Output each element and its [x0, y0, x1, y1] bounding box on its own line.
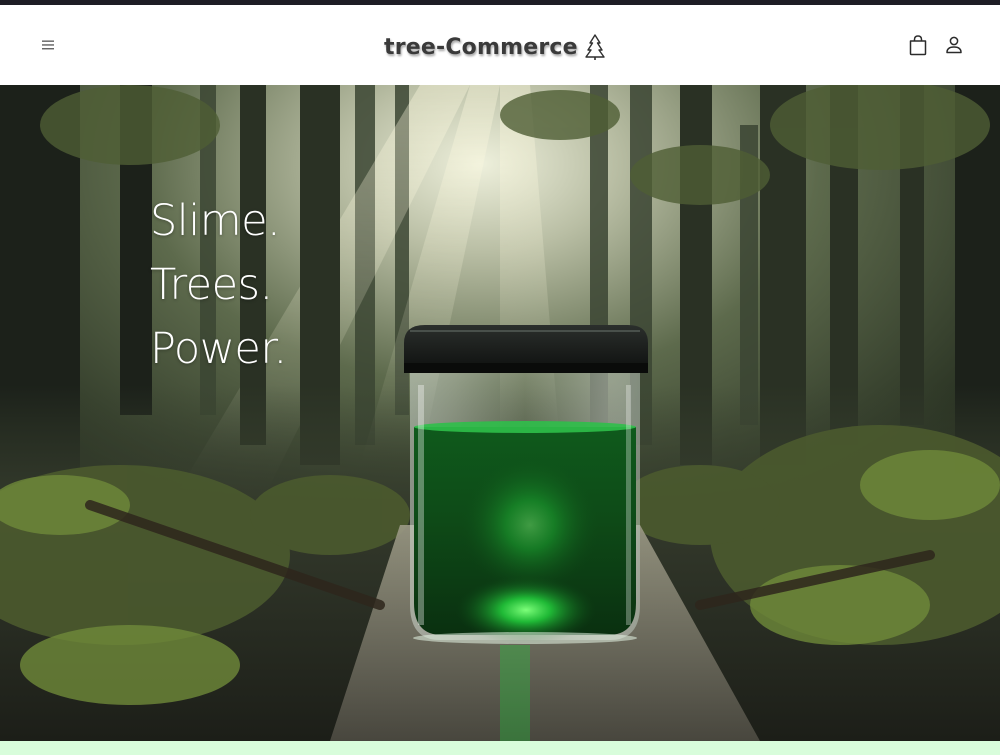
tree-icon — [584, 33, 606, 61]
account-button[interactable] — [943, 34, 965, 56]
cart-button[interactable] — [906, 33, 930, 57]
brand-name: tree-Commerce — [384, 34, 578, 60]
hero-line-trees: Trees. — [150, 260, 273, 310]
site-header: tree-Commerce — [0, 5, 1000, 85]
hamburger-menu-button[interactable] — [36, 33, 60, 57]
hamburger-menu-icon — [42, 40, 54, 50]
shopping-bag-icon — [909, 35, 927, 56]
hero-line-power: Power. — [150, 324, 287, 374]
hero-line-slime: Slime. — [150, 196, 281, 246]
next-section-strip — [0, 741, 1000, 755]
user-icon — [946, 36, 962, 54]
brand-logo-link[interactable]: tree-Commerce — [384, 30, 606, 64]
forest-slime-jar-image — [0, 85, 1000, 741]
hero-banner: Slime. Trees. Power. — [0, 85, 1000, 741]
hero-headline: Slime. Trees. Power. — [150, 189, 287, 381]
